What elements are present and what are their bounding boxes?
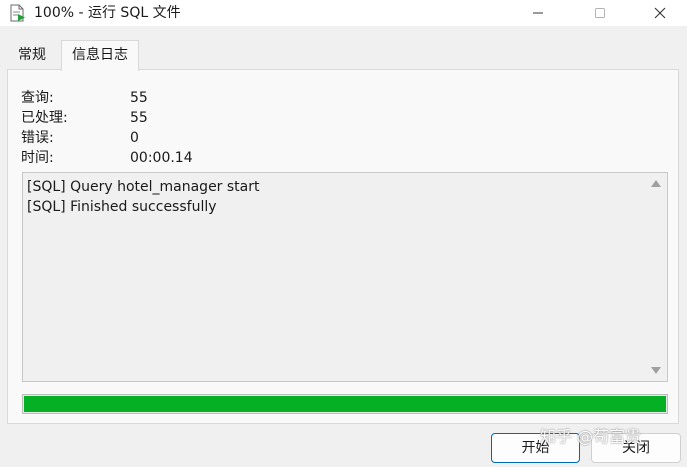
stat-label: 查询: bbox=[21, 90, 54, 106]
stat-value: 0 bbox=[130, 130, 139, 146]
close-button[interactable]: 关闭 bbox=[591, 433, 681, 463]
scroll-up-arrow-icon[interactable] bbox=[651, 180, 661, 187]
maximize-icon bbox=[595, 8, 605, 18]
minimize-button[interactable] bbox=[508, 0, 568, 26]
stat-value: 00:00.14 bbox=[130, 150, 193, 166]
window-title: 100% - 运行 SQL 文件 bbox=[34, 5, 181, 21]
log-line: [SQL] Query hotel_manager start bbox=[27, 179, 260, 195]
stat-value: 55 bbox=[130, 90, 148, 106]
title-bar: 100% - 运行 SQL 文件 bbox=[0, 0, 687, 26]
stat-label: 错误: bbox=[21, 130, 54, 146]
maximize-button[interactable] bbox=[570, 0, 630, 26]
tab-info-log[interactable]: 信息日志 bbox=[61, 40, 139, 71]
log-lines: [SQL] Query hotel_manager start [SQL] Fi… bbox=[27, 177, 637, 217]
close-window-button[interactable] bbox=[630, 0, 687, 26]
close-icon bbox=[654, 7, 666, 19]
tab-general[interactable]: 常规 bbox=[8, 42, 56, 68]
stat-label: 已处理: bbox=[21, 110, 68, 126]
stat-label: 时间: bbox=[21, 150, 54, 166]
message-log[interactable]: [SQL] Query hotel_manager start [SQL] Fi… bbox=[22, 172, 668, 382]
progress-fill bbox=[24, 396, 666, 412]
run-sql-file-icon bbox=[8, 4, 26, 22]
info-log-panel: 查询: 55 已处理: 55 错误: 0 时间: 00:00.14 [SQL] … bbox=[7, 69, 679, 424]
minimize-icon bbox=[533, 12, 543, 14]
start-button[interactable]: 开始 bbox=[491, 433, 580, 463]
stat-value: 55 bbox=[130, 110, 148, 126]
progress-bar bbox=[22, 394, 668, 414]
tab-strip: 常规 信息日志 bbox=[0, 38, 687, 71]
log-scrollbar[interactable] bbox=[647, 173, 667, 381]
log-line: [SQL] Finished successfully bbox=[27, 199, 217, 215]
scroll-down-arrow-icon[interactable] bbox=[651, 367, 661, 374]
